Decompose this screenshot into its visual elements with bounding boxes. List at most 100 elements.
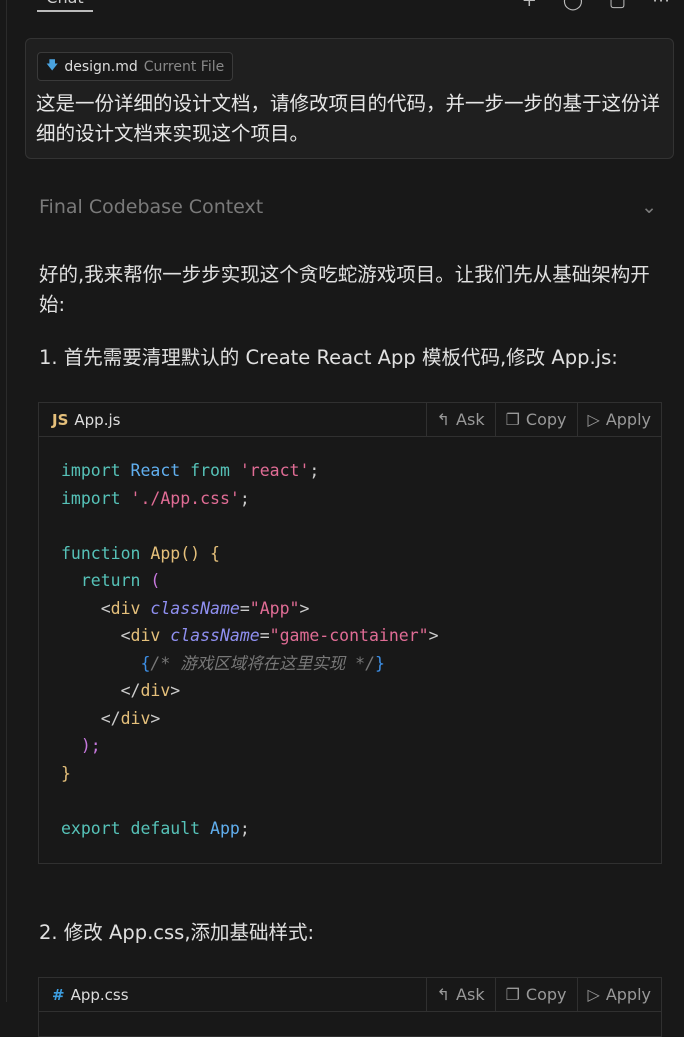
code-line: <div className="game-container"> [61,622,639,650]
code-token: = [239,598,250,618]
code-token: () [180,543,201,563]
code-token: export [61,818,121,838]
code-token: ; [239,818,250,838]
response-step-1: 1. 首先需要清理默认的 Create React App 模板代码,修改 Ap… [39,346,618,369]
js-file-icon: JS [52,410,69,429]
user-message: 🡇 design.md Current File 这是一份详细的设计文档，请修改… [25,38,674,159]
more-icon[interactable]: ⋯ [652,0,670,11]
reply-icon: ↰ [436,985,451,1004]
code-token: > [170,681,181,700]
code-token: return [61,571,141,590]
code-token: > [150,708,161,728]
code-token: </ [61,681,141,700]
chevron-down-icon: ⌄ [641,196,657,218]
code-token: div [110,598,141,618]
code-line: </div> [61,705,639,733]
reply-icon: ↰ [436,410,451,429]
ask-button[interactable]: ↰ Ask [425,403,495,436]
code-token: > [299,598,310,618]
code-token: ( [150,571,161,590]
code-token: './App.css' [130,488,240,508]
code-token: import [61,488,121,508]
markdown-icon: 🡇 [46,58,59,72]
history-icon[interactable]: ◯ [563,0,583,11]
code-line: {/* 游戏区域将在这里实现 */} [61,650,639,678]
code-token: </ [61,708,121,728]
code-file-name: App.css [70,985,129,1004]
code-line: ); [61,732,639,760]
code-token: div [130,626,161,645]
code-token: div [120,708,151,728]
response-step-2: 2. 修改 App.css,添加基础样式: [39,921,315,944]
copy-button[interactable]: ❐ Copy [494,978,577,1011]
apply-button[interactable]: ▷ Apply [576,978,661,1011]
code-token: App [210,818,240,838]
code-line: function App() { [61,540,639,568]
code-token: > [428,626,439,645]
apply-button[interactable]: ▷ Apply [576,403,661,436]
code-token: { [61,653,151,673]
code-token: = [259,626,270,645]
code-token: "App" [249,598,300,618]
code-block-app-js: JS App.js ↰ Ask ❐ Copy ▷ Apply import React… [38,402,662,864]
code-token: from [190,461,230,480]
file-chip[interactable]: 🡇 design.md Current File [37,52,234,81]
code-token: className [150,598,240,618]
code-line: <div className="App"> [61,595,639,623]
codebase-context-toggle[interactable]: Final Codebase Context ⌄ [39,196,659,218]
code-token: App [150,543,181,563]
maximize-icon[interactable]: ▢ [609,0,626,11]
file-chip-name: design.md [64,58,138,75]
css-file-icon: # [52,985,65,1004]
play-icon: ▷ [587,985,600,1004]
code-token: ); [61,736,101,755]
code-line: </div> [61,677,639,705]
copy-button[interactable]: ❐ Copy [494,403,577,436]
code-token: "game-container" [269,626,429,645]
copy-icon: ❐ [505,985,520,1004]
message-text: 这是一份详细的设计文档，请修改项目的代码，并一步一步的基于这份详细的设计文档来实… [36,92,661,145]
context-label: Final Codebase Context [39,196,264,218]
code-token: default [130,818,201,838]
code-token: { [210,543,220,563]
code-line: return ( [61,567,639,595]
file-chip-tag: Current File [143,58,225,75]
code-token: } [375,653,385,673]
code-token: } [61,763,71,783]
code-token: function [61,543,141,563]
ask-button[interactable]: ↰ Ask [425,978,495,1011]
code-token: ; [239,488,250,508]
code-token: 'react' [239,461,310,480]
code-line: export default App; [61,815,639,843]
code-token: import [61,461,121,480]
code-content: import React from 'react'; import './App.… [39,437,661,862]
code-line: import React from 'react'; [61,457,639,485]
plus-icon[interactable]: + [522,0,537,11]
play-icon: ▷ [587,410,600,429]
code-token: < [61,626,131,645]
code-token: < [61,598,111,618]
code-token: className [170,626,260,645]
code-token: React [130,461,181,480]
left-panel-edge [0,0,7,1002]
copy-icon: ❐ [505,410,520,429]
code-line: import './App.css'; [61,485,639,513]
tab-chat[interactable]: Chat [37,0,93,12]
code-file-name: App.js [74,410,121,429]
code-token: /* 游戏区域将在这里实现 */ [150,653,376,673]
code-block-app-css: # App.css ↰ Ask ❐ Copy ▷ Apply [38,977,662,1037]
response-intro: 好的,我来帮你一步步实现这个贪吃蛇游戏项目。让我们先从基础架构开始: [39,263,650,316]
